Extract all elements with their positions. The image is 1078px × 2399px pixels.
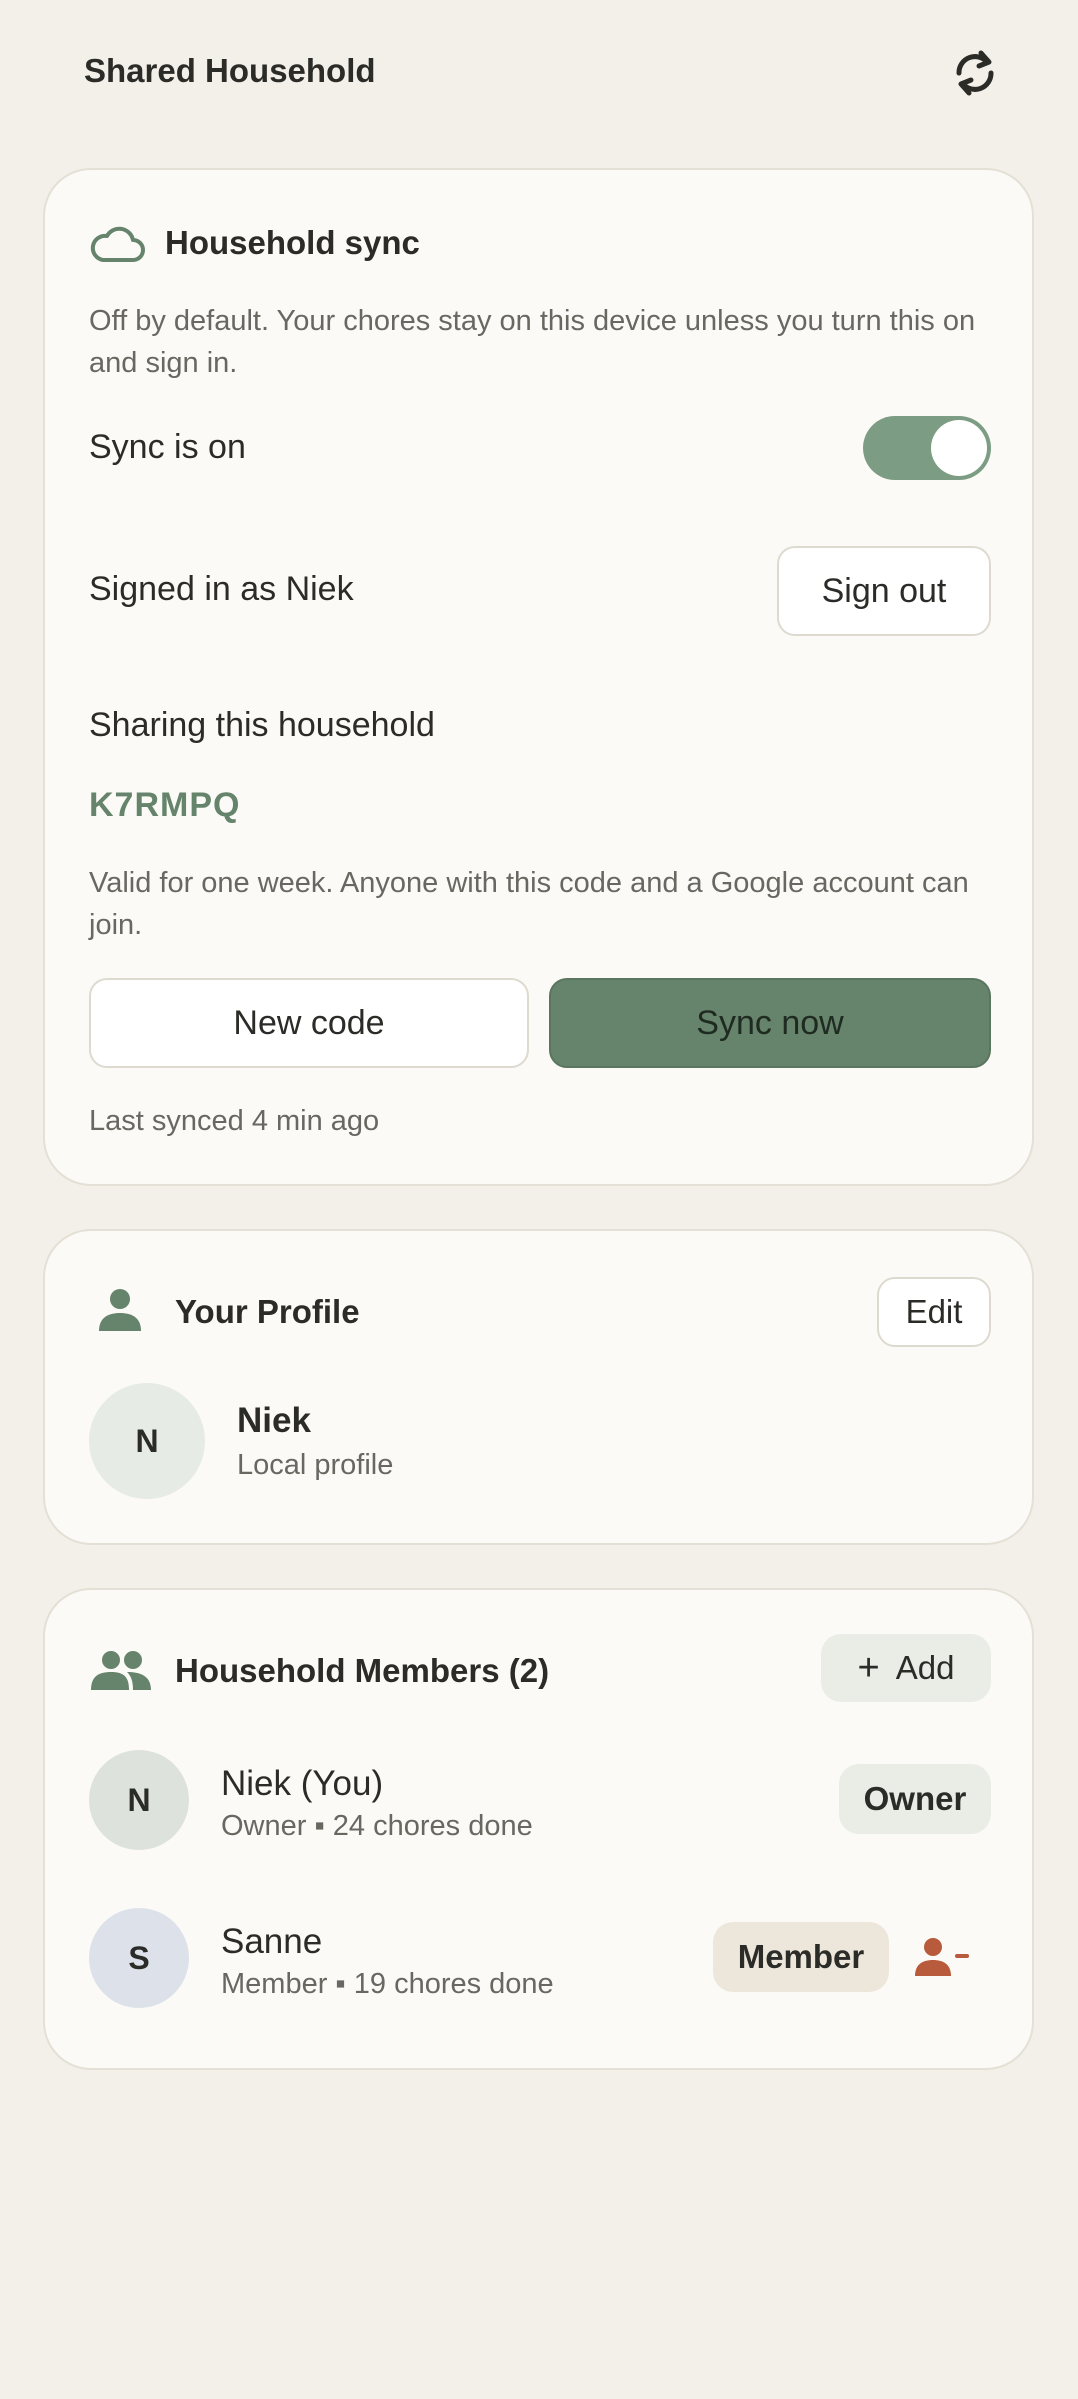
role-badge-owner: Owner xyxy=(839,1764,991,1834)
page-title: Shared Household xyxy=(84,52,376,89)
toggle-knob xyxy=(931,420,987,476)
remove-person-icon xyxy=(915,1938,969,1976)
members-card-title: Household Members (2) xyxy=(175,1652,550,1689)
member-detail: Owner ▪ 24 chores done xyxy=(221,1810,533,1842)
list-item: N Niek (You) Owner ▪ 24 chores done Owne… xyxy=(45,1750,1032,1860)
sign-out-button[interactable]: Sign out xyxy=(777,546,991,636)
member-name: Sanne xyxy=(221,1922,323,1961)
person-icon xyxy=(99,1289,141,1331)
profile-subtitle: Local profile xyxy=(237,1449,394,1481)
member-detail: Member ▪ 19 chores done xyxy=(221,1968,554,2000)
invite-code: K7RMPQ xyxy=(89,786,241,824)
household-sync-card: Household sync Off by default. Your chor… xyxy=(43,168,1034,1186)
sharing-label: Sharing this household xyxy=(89,706,435,744)
avatar: S xyxy=(89,1908,189,2008)
top-bar: Shared Household xyxy=(0,0,1078,150)
sync-icon xyxy=(956,50,994,96)
edit-profile-button[interactable]: Edit xyxy=(877,1277,991,1347)
profile-card: Your Profile Edit N Niek Local profile xyxy=(43,1229,1034,1545)
sync-toggle[interactable] xyxy=(863,416,991,480)
member-name: Niek (You) xyxy=(221,1764,384,1803)
avatar: N xyxy=(89,1750,189,1850)
add-member-button[interactable]: + Add xyxy=(821,1634,991,1702)
plus-icon: + xyxy=(857,1647,880,1689)
last-synced-text: Last synced 4 min ago xyxy=(89,1105,380,1137)
sync-toggle-label: Sync is on xyxy=(89,428,246,466)
code-note: Valid for one week. Anyone with this cod… xyxy=(89,867,969,941)
role-badge-member: Member xyxy=(713,1922,889,1992)
sync-card-title: Household sync xyxy=(165,224,420,261)
avatar: N xyxy=(89,1383,205,1499)
add-member-label: Add xyxy=(895,1649,955,1686)
list-item: S Sanne Member ▪ 19 chores done Member xyxy=(45,1908,1032,2018)
profile-name: Niek xyxy=(237,1401,311,1440)
new-code-button[interactable]: New code xyxy=(89,978,529,1068)
profile-card-title: Your Profile xyxy=(175,1293,360,1330)
remove-member-button[interactable] xyxy=(915,1936,975,1980)
signed-in-text: Signed in as Niek xyxy=(89,570,354,608)
group-icon xyxy=(91,1651,151,1690)
sync-now-button[interactable]: Sync now xyxy=(549,978,991,1068)
cloud-icon xyxy=(90,226,145,262)
sync-refresh-button[interactable] xyxy=(944,42,1006,104)
household-members-card: Household Members (2) + Add N Niek (You)… xyxy=(43,1588,1034,2070)
sync-description: Off by default. Your chores stay on this… xyxy=(89,305,976,379)
